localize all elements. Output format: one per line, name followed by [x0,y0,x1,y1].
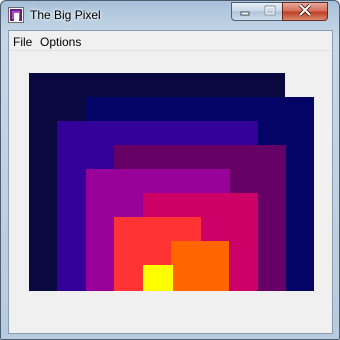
menu-bar: File Options [9,31,332,51]
app-icon[interactable] [8,7,24,23]
client-area: File Options [8,30,333,334]
minimize-button[interactable] [231,2,258,21]
drawing-canvas[interactable] [9,51,332,333]
maximize-button[interactable] [257,2,283,21]
menu-options[interactable]: Options [40,35,81,49]
close-button[interactable] [282,2,328,21]
menu-file[interactable]: File [13,35,32,49]
maximize-icon [264,3,276,21]
window-title: The Big Pixel [30,8,101,22]
pixel-rect-8 [171,241,229,291]
close-icon [298,3,312,21]
title-bar[interactable]: The Big Pixel [1,1,339,30]
app-window: The Big Pixel File Options [0,0,340,340]
pixel-rect-9 [143,265,173,291]
minimize-icon [239,3,251,21]
